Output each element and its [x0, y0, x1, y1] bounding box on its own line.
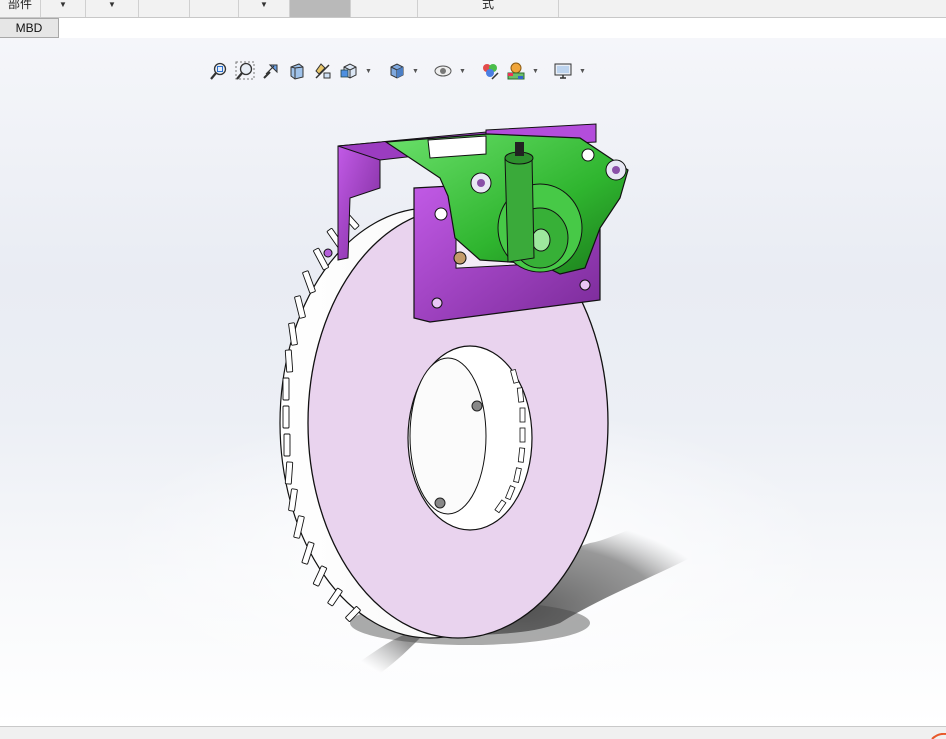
tab-style-label: 式 [481, 0, 494, 11]
tab-dropdown-1[interactable]: ▼ [41, 0, 86, 17]
tabstrip-filler [559, 0, 946, 17]
brake-assembly-model[interactable] [0, 38, 946, 726]
command-tabs: 部件 ▼ ▼ ▼ 式 [0, 0, 946, 18]
tab-4[interactable] [190, 0, 239, 17]
tab-dropdown-2[interactable]: ▼ [86, 0, 139, 17]
tab-active[interactable] [290, 0, 351, 17]
tab-dropdown-5[interactable]: ▼ [239, 0, 290, 17]
tab-mbd[interactable]: MBD [0, 18, 59, 38]
tab-part[interactable]: 部件 [0, 0, 41, 17]
tab-3[interactable] [139, 0, 190, 17]
tab-mbd-label: MBD [15, 21, 43, 35]
tab-part-label: 部件 [7, 0, 32, 11]
tab-style[interactable]: 式 [418, 0, 559, 17]
resize-grip-icon[interactable] [930, 733, 946, 739]
graphics-viewport[interactable]: ▼ ▼ ▼ ▼ ▼ [0, 38, 946, 726]
chevron-down-icon: ▼ [260, 0, 268, 9]
chevron-down-icon: ▼ [59, 0, 67, 9]
chevron-down-icon: ▼ [108, 0, 116, 9]
tab-7[interactable] [351, 0, 418, 17]
status-bar [0, 726, 946, 739]
